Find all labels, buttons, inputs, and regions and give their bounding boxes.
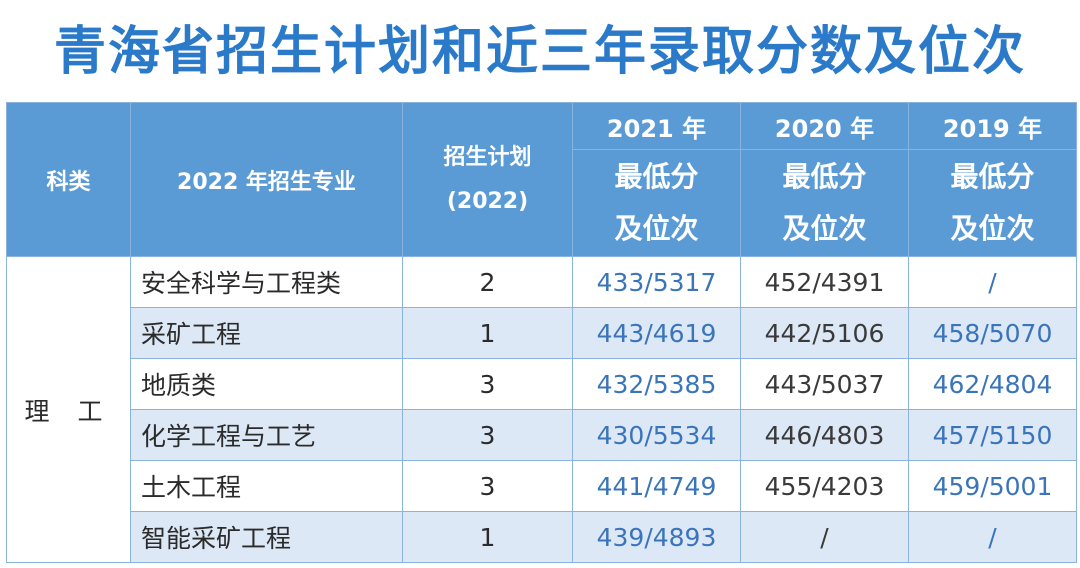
score-label-line2: 及位次 bbox=[782, 212, 867, 245]
header-year-2019: 2019 年 bbox=[908, 102, 1077, 150]
plan-cell: 3 bbox=[402, 358, 573, 410]
table-row: 土木工程 3 441/4749 455/4203 459/5001 bbox=[7, 460, 1077, 512]
score-2020-cell: 446/4803 bbox=[740, 409, 909, 461]
major-cell: 化学工程与工艺 bbox=[130, 409, 403, 461]
plan-cell: 3 bbox=[402, 409, 573, 461]
header-major: 2022 年招生专业 bbox=[130, 102, 403, 257]
score-2021-cell: 441/4749 bbox=[572, 460, 741, 512]
score-2019-cell: / bbox=[908, 256, 1077, 308]
table-row: 采矿工程 1 443/4619 442/5106 458/5070 bbox=[7, 307, 1077, 359]
score-label-line1: 最低分 bbox=[950, 160, 1035, 193]
score-2020-cell: 443/5037 bbox=[740, 358, 909, 410]
score-2021-cell: 432/5385 bbox=[572, 358, 741, 410]
plan-cell: 3 bbox=[402, 460, 573, 512]
header-row-years: 科类 2022 年招生专业 招生计划 (2022) 2021 年 2020 年 … bbox=[6, 102, 1077, 257]
category-cell: 理 工 bbox=[6, 256, 131, 563]
score-label-line1: 最低分 bbox=[614, 160, 699, 193]
header-score-label-2021: 最低分 及位次 bbox=[572, 149, 741, 257]
table-row: 理 工 安全科学与工程类 2 433/5317 452/4391 / bbox=[6, 256, 1077, 563]
plan-cell: 1 bbox=[402, 307, 573, 359]
score-2021-cell: 439/4893 bbox=[572, 511, 741, 563]
header-category: 科类 bbox=[6, 102, 131, 257]
score-2020-cell: / bbox=[740, 511, 909, 563]
major-cell: 土木工程 bbox=[130, 460, 403, 512]
score-2020-cell: 452/4391 bbox=[740, 256, 909, 308]
score-2019-cell: / bbox=[908, 511, 1077, 563]
table-row: 智能采矿工程 1 439/4893 / / bbox=[7, 511, 1077, 563]
header-plan: 招生计划 (2022) bbox=[402, 102, 573, 257]
major-cell: 采矿工程 bbox=[130, 307, 403, 359]
score-2021-cell: 443/4619 bbox=[572, 307, 741, 359]
score-2019-cell: 459/5001 bbox=[908, 460, 1077, 512]
table-row: 地质类 3 432/5385 443/5037 462/4804 bbox=[7, 358, 1077, 410]
score-2019-cell: 458/5070 bbox=[908, 307, 1077, 359]
header-year-2021: 2021 年 bbox=[572, 102, 741, 150]
header-year-2020: 2020 年 bbox=[740, 102, 909, 150]
header-score-label-2020: 最低分 及位次 bbox=[740, 149, 909, 257]
plan-cell: 1 bbox=[402, 511, 573, 563]
major-cell: 地质类 bbox=[130, 358, 403, 410]
header-plan-line1: 招生计划 bbox=[443, 144, 532, 170]
table-row: 化学工程与工艺 3 430/5534 446/4803 457/5150 bbox=[7, 409, 1077, 461]
score-2019-cell: 462/4804 bbox=[908, 358, 1077, 410]
score-2021-cell: 433/5317 bbox=[572, 256, 741, 308]
header-plan-line2: (2022) bbox=[446, 188, 529, 214]
admission-table: 科类 2022 年招生专业 招生计划 (2022) 2021 年 2020 年 … bbox=[6, 102, 1077, 563]
header-score-label-2019: 最低分 及位次 bbox=[908, 149, 1077, 257]
major-cell: 安全科学与工程类 bbox=[130, 256, 403, 308]
score-2020-cell: 455/4203 bbox=[740, 460, 909, 512]
page-title: 青海省招生计划和近三年录取分数及位次 bbox=[53, 22, 1026, 82]
score-2021-cell: 430/5534 bbox=[572, 409, 741, 461]
score-label-line2: 及位次 bbox=[950, 212, 1035, 245]
plan-cell: 2 bbox=[402, 256, 573, 308]
major-cell: 智能采矿工程 bbox=[130, 511, 403, 563]
score-2019-cell: 457/5150 bbox=[908, 409, 1077, 461]
score-label-line1: 最低分 bbox=[782, 160, 867, 193]
score-2020-cell: 442/5106 bbox=[740, 307, 909, 359]
score-label-line2: 及位次 bbox=[614, 212, 699, 245]
